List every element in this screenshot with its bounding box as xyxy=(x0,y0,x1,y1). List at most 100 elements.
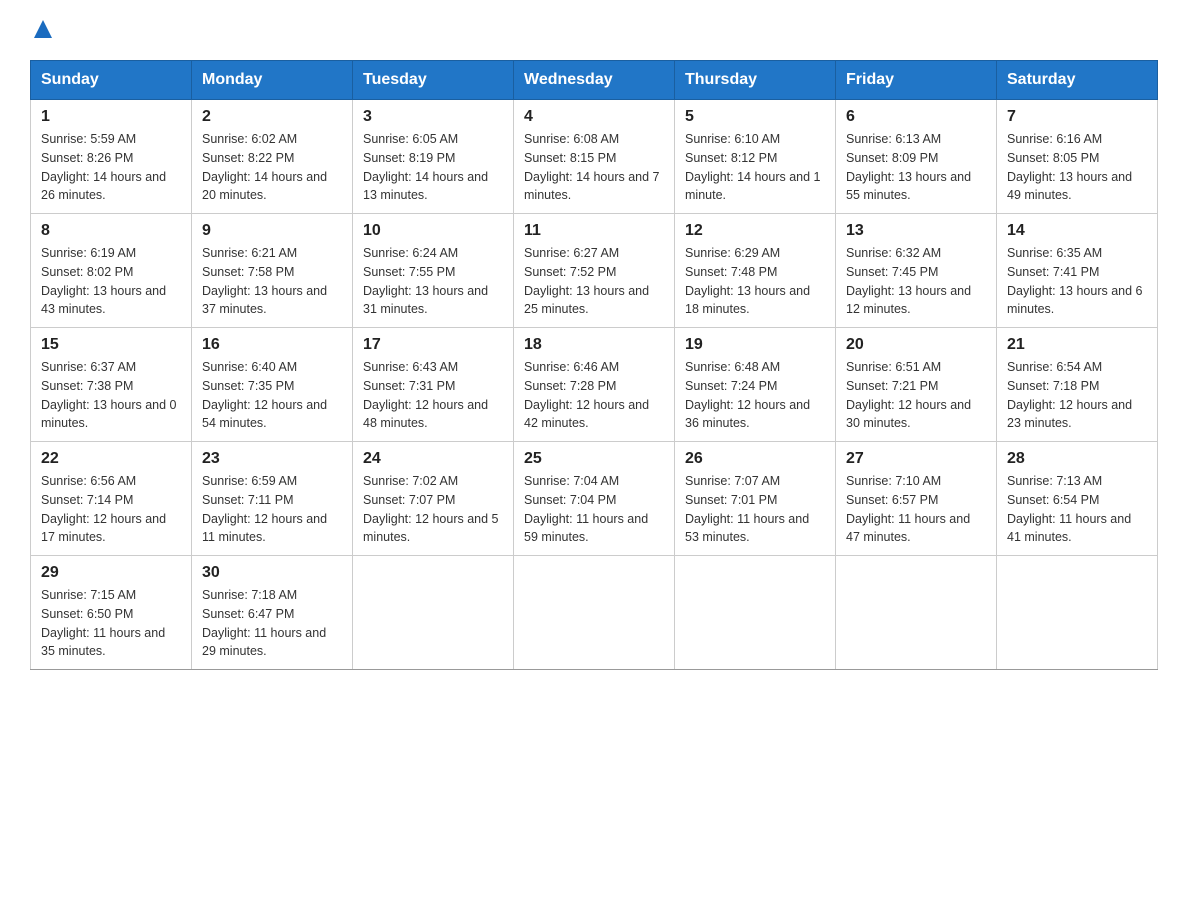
logo-triangle-icon xyxy=(32,18,54,40)
day-info: Sunrise: 6:21 AMSunset: 7:58 PMDaylight:… xyxy=(202,244,342,319)
day-info: Sunrise: 6:29 AMSunset: 7:48 PMDaylight:… xyxy=(685,244,825,319)
calendar-cell: 28 Sunrise: 7:13 AMSunset: 6:54 PMDaylig… xyxy=(997,442,1158,556)
calendar-cell: 8 Sunrise: 6:19 AMSunset: 8:02 PMDayligh… xyxy=(31,214,192,328)
day-info: Sunrise: 6:05 AMSunset: 8:19 PMDaylight:… xyxy=(363,130,503,205)
calendar-cell: 2 Sunrise: 6:02 AMSunset: 8:22 PMDayligh… xyxy=(192,100,353,214)
day-number: 8 xyxy=(41,222,181,240)
calendar-table: SundayMondayTuesdayWednesdayThursdayFrid… xyxy=(30,60,1158,670)
day-info: Sunrise: 7:18 AMSunset: 6:47 PMDaylight:… xyxy=(202,586,342,661)
calendar-week-row: 22 Sunrise: 6:56 AMSunset: 7:14 PMDaylig… xyxy=(31,442,1158,556)
day-info: Sunrise: 6:19 AMSunset: 8:02 PMDaylight:… xyxy=(41,244,181,319)
calendar-cell: 16 Sunrise: 6:40 AMSunset: 7:35 PMDaylig… xyxy=(192,328,353,442)
calendar-cell: 6 Sunrise: 6:13 AMSunset: 8:09 PMDayligh… xyxy=(836,100,997,214)
day-number: 21 xyxy=(1007,336,1147,354)
calendar-cell: 12 Sunrise: 6:29 AMSunset: 7:48 PMDaylig… xyxy=(675,214,836,328)
day-info: Sunrise: 6:59 AMSunset: 7:11 PMDaylight:… xyxy=(202,472,342,547)
calendar-cell: 11 Sunrise: 6:27 AMSunset: 7:52 PMDaylig… xyxy=(514,214,675,328)
day-info: Sunrise: 6:40 AMSunset: 7:35 PMDaylight:… xyxy=(202,358,342,433)
day-number: 12 xyxy=(685,222,825,240)
calendar-cell: 23 Sunrise: 6:59 AMSunset: 7:11 PMDaylig… xyxy=(192,442,353,556)
calendar-cell: 1 Sunrise: 5:59 AMSunset: 8:26 PMDayligh… xyxy=(31,100,192,214)
day-info: Sunrise: 7:15 AMSunset: 6:50 PMDaylight:… xyxy=(41,586,181,661)
calendar-cell: 30 Sunrise: 7:18 AMSunset: 6:47 PMDaylig… xyxy=(192,556,353,670)
day-info: Sunrise: 6:16 AMSunset: 8:05 PMDaylight:… xyxy=(1007,130,1147,205)
calendar-week-row: 15 Sunrise: 6:37 AMSunset: 7:38 PMDaylig… xyxy=(31,328,1158,442)
calendar-cell xyxy=(997,556,1158,670)
calendar-cell: 10 Sunrise: 6:24 AMSunset: 7:55 PMDaylig… xyxy=(353,214,514,328)
day-info: Sunrise: 7:10 AMSunset: 6:57 PMDaylight:… xyxy=(846,472,986,547)
day-number: 28 xyxy=(1007,450,1147,468)
weekday-header-row: SundayMondayTuesdayWednesdayThursdayFrid… xyxy=(31,61,1158,100)
day-info: Sunrise: 6:51 AMSunset: 7:21 PMDaylight:… xyxy=(846,358,986,433)
day-info: Sunrise: 7:04 AMSunset: 7:04 PMDaylight:… xyxy=(524,472,664,547)
day-number: 9 xyxy=(202,222,342,240)
calendar-cell: 13 Sunrise: 6:32 AMSunset: 7:45 PMDaylig… xyxy=(836,214,997,328)
weekday-header-wednesday: Wednesday xyxy=(514,61,675,100)
weekday-header-sunday: Sunday xyxy=(31,61,192,100)
day-info: Sunrise: 6:10 AMSunset: 8:12 PMDaylight:… xyxy=(685,130,825,205)
weekday-header-saturday: Saturday xyxy=(997,61,1158,100)
calendar-cell: 17 Sunrise: 6:43 AMSunset: 7:31 PMDaylig… xyxy=(353,328,514,442)
calendar-cell: 25 Sunrise: 7:04 AMSunset: 7:04 PMDaylig… xyxy=(514,442,675,556)
day-number: 23 xyxy=(202,450,342,468)
day-info: Sunrise: 6:37 AMSunset: 7:38 PMDaylight:… xyxy=(41,358,181,433)
day-info: Sunrise: 6:02 AMSunset: 8:22 PMDaylight:… xyxy=(202,130,342,205)
day-info: Sunrise: 7:13 AMSunset: 6:54 PMDaylight:… xyxy=(1007,472,1147,547)
weekday-header-monday: Monday xyxy=(192,61,353,100)
calendar-cell xyxy=(675,556,836,670)
calendar-week-row: 8 Sunrise: 6:19 AMSunset: 8:02 PMDayligh… xyxy=(31,214,1158,328)
day-number: 25 xyxy=(524,450,664,468)
day-number: 19 xyxy=(685,336,825,354)
day-number: 17 xyxy=(363,336,503,354)
day-info: Sunrise: 7:07 AMSunset: 7:01 PMDaylight:… xyxy=(685,472,825,547)
day-number: 10 xyxy=(363,222,503,240)
calendar-cell: 22 Sunrise: 6:56 AMSunset: 7:14 PMDaylig… xyxy=(31,442,192,556)
day-number: 26 xyxy=(685,450,825,468)
day-info: Sunrise: 6:32 AMSunset: 7:45 PMDaylight:… xyxy=(846,244,986,319)
calendar-cell: 7 Sunrise: 6:16 AMSunset: 8:05 PMDayligh… xyxy=(997,100,1158,214)
calendar-cell: 5 Sunrise: 6:10 AMSunset: 8:12 PMDayligh… xyxy=(675,100,836,214)
day-number: 13 xyxy=(846,222,986,240)
calendar-week-row: 29 Sunrise: 7:15 AMSunset: 6:50 PMDaylig… xyxy=(31,556,1158,670)
day-number: 2 xyxy=(202,108,342,126)
day-info: Sunrise: 6:56 AMSunset: 7:14 PMDaylight:… xyxy=(41,472,181,547)
day-number: 22 xyxy=(41,450,181,468)
calendar-cell: 19 Sunrise: 6:48 AMSunset: 7:24 PMDaylig… xyxy=(675,328,836,442)
calendar-cell xyxy=(836,556,997,670)
day-number: 11 xyxy=(524,222,664,240)
day-number: 7 xyxy=(1007,108,1147,126)
calendar-cell xyxy=(353,556,514,670)
day-info: Sunrise: 6:35 AMSunset: 7:41 PMDaylight:… xyxy=(1007,244,1147,319)
day-number: 16 xyxy=(202,336,342,354)
day-info: Sunrise: 6:08 AMSunset: 8:15 PMDaylight:… xyxy=(524,130,664,205)
day-number: 20 xyxy=(846,336,986,354)
calendar-week-row: 1 Sunrise: 5:59 AMSunset: 8:26 PMDayligh… xyxy=(31,100,1158,214)
calendar-cell: 9 Sunrise: 6:21 AMSunset: 7:58 PMDayligh… xyxy=(192,214,353,328)
day-number: 14 xyxy=(1007,222,1147,240)
day-number: 30 xyxy=(202,564,342,582)
calendar-cell: 29 Sunrise: 7:15 AMSunset: 6:50 PMDaylig… xyxy=(31,556,192,670)
day-number: 18 xyxy=(524,336,664,354)
day-number: 15 xyxy=(41,336,181,354)
day-number: 5 xyxy=(685,108,825,126)
day-info: Sunrise: 5:59 AMSunset: 8:26 PMDaylight:… xyxy=(41,130,181,205)
day-info: Sunrise: 6:43 AMSunset: 7:31 PMDaylight:… xyxy=(363,358,503,433)
calendar-cell: 24 Sunrise: 7:02 AMSunset: 7:07 PMDaylig… xyxy=(353,442,514,556)
calendar-cell: 15 Sunrise: 6:37 AMSunset: 7:38 PMDaylig… xyxy=(31,328,192,442)
day-info: Sunrise: 7:02 AMSunset: 7:07 PMDaylight:… xyxy=(363,472,503,547)
calendar-cell: 26 Sunrise: 7:07 AMSunset: 7:01 PMDaylig… xyxy=(675,442,836,556)
weekday-header-tuesday: Tuesday xyxy=(353,61,514,100)
day-info: Sunrise: 6:27 AMSunset: 7:52 PMDaylight:… xyxy=(524,244,664,319)
calendar-cell: 14 Sunrise: 6:35 AMSunset: 7:41 PMDaylig… xyxy=(997,214,1158,328)
calendar-cell: 3 Sunrise: 6:05 AMSunset: 8:19 PMDayligh… xyxy=(353,100,514,214)
day-number: 1 xyxy=(41,108,181,126)
day-number: 3 xyxy=(363,108,503,126)
page-header xyxy=(30,20,1158,40)
calendar-cell: 21 Sunrise: 6:54 AMSunset: 7:18 PMDaylig… xyxy=(997,328,1158,442)
day-info: Sunrise: 6:46 AMSunset: 7:28 PMDaylight:… xyxy=(524,358,664,433)
weekday-header-thursday: Thursday xyxy=(675,61,836,100)
calendar-cell: 18 Sunrise: 6:46 AMSunset: 7:28 PMDaylig… xyxy=(514,328,675,442)
day-number: 4 xyxy=(524,108,664,126)
day-number: 29 xyxy=(41,564,181,582)
weekday-header-friday: Friday xyxy=(836,61,997,100)
